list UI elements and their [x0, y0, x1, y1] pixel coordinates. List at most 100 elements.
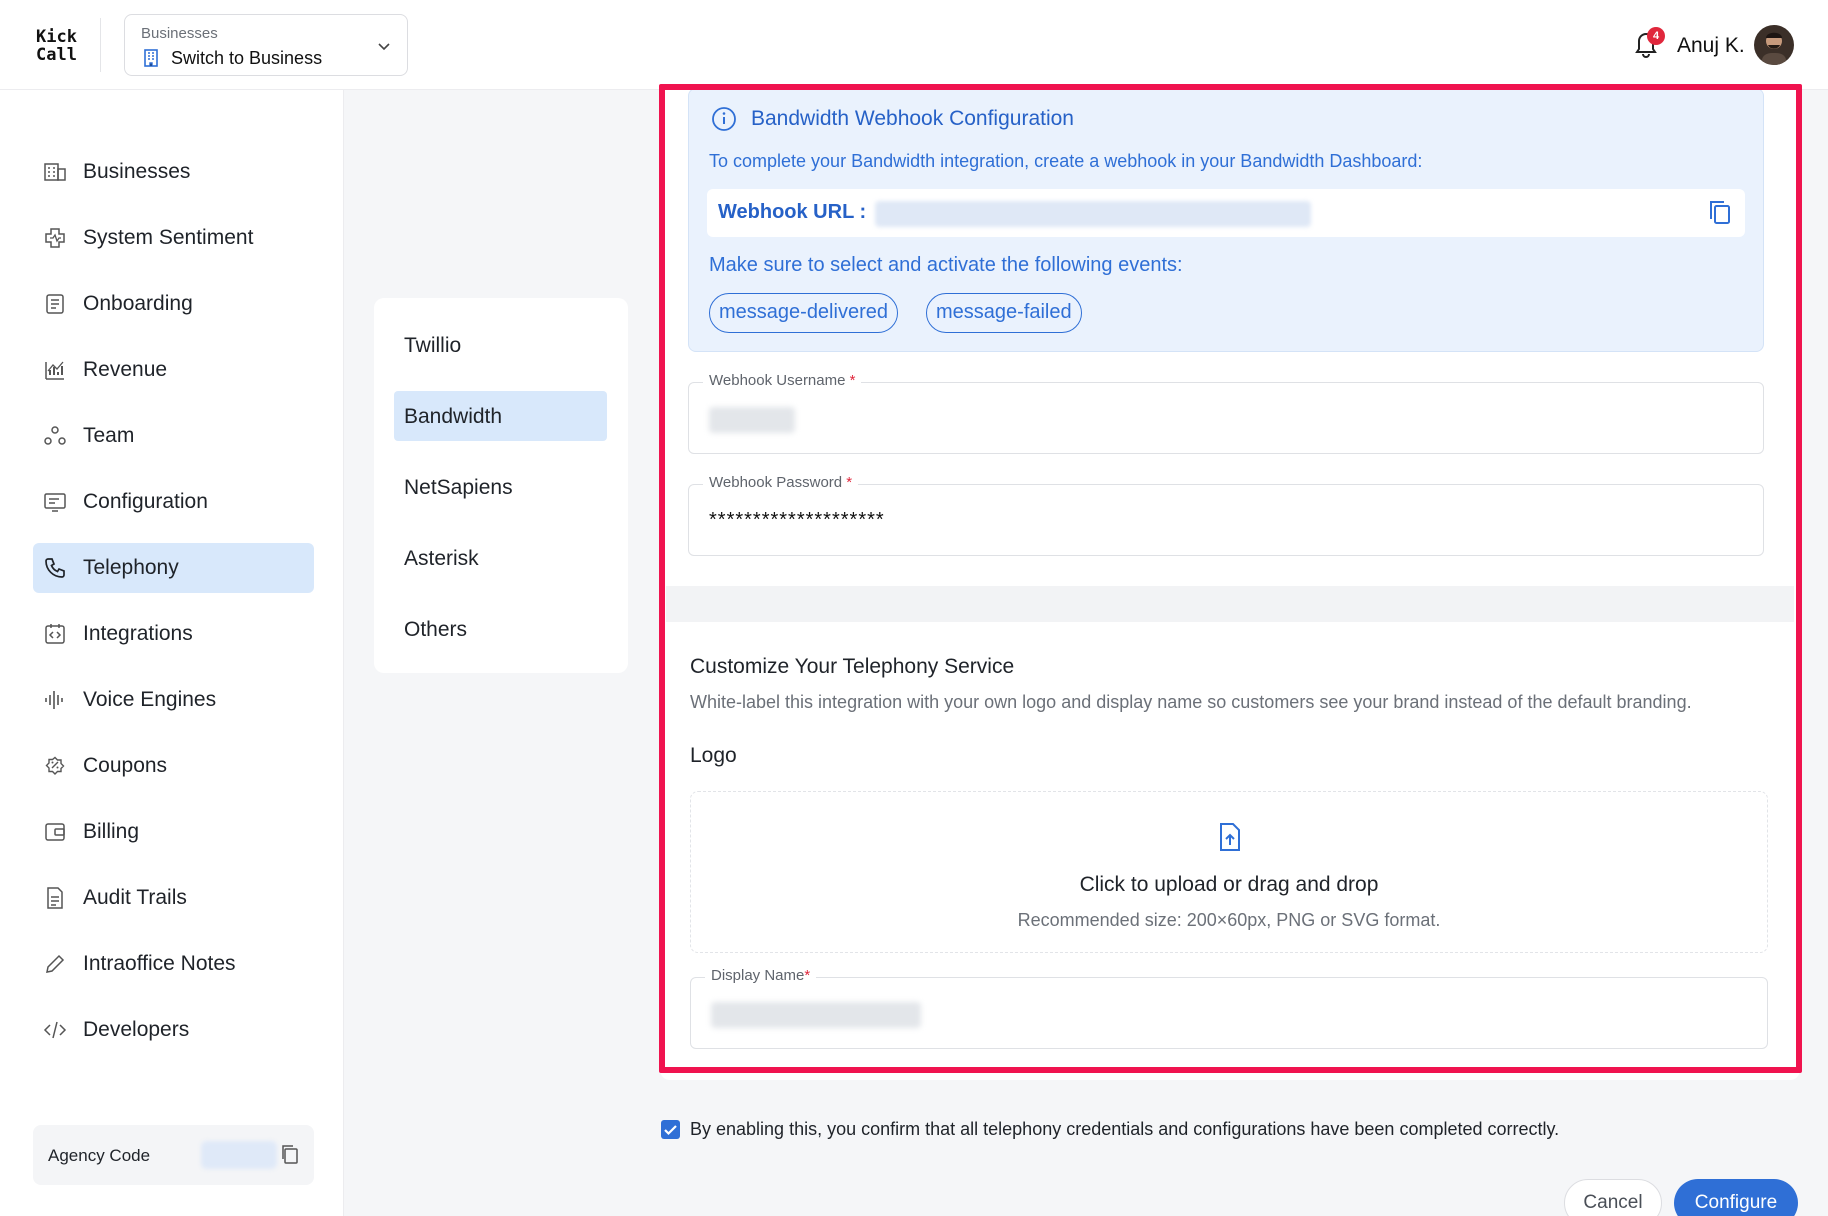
checkmark-icon: [664, 1125, 677, 1136]
notification-badge: 4: [1647, 27, 1665, 45]
sidebar-item-label: Voice Engines: [83, 688, 217, 711]
logo-line-1: Kick: [36, 27, 77, 47]
sidebar-item-onboarding[interactable]: Onboarding: [33, 279, 314, 329]
chevron-down-icon: [378, 43, 390, 51]
code-icon: [43, 1021, 67, 1039]
customize-title: Customize Your Telephony Service: [690, 655, 1015, 678]
agency-code-label: Agency Code: [48, 1146, 151, 1165]
waveform-icon: [45, 691, 63, 709]
info-icon: [712, 107, 736, 131]
sidebar-item-label: System Sentiment: [83, 226, 254, 249]
sidebar-item-integrations[interactable]: Integrations: [33, 609, 314, 659]
cancel-button[interactable]: Cancel: [1564, 1179, 1662, 1216]
sidebar-item-intraoffice-notes[interactable]: Intraoffice Notes: [33, 939, 314, 989]
app-logo[interactable]: Kick Call: [36, 28, 77, 64]
configuration-icon: [44, 493, 66, 512]
webhook-username-field[interactable]: Webhook Username *: [688, 372, 1764, 454]
webhook-password-value: ********************: [709, 509, 885, 531]
webhook-info-box: Bandwidth Webhook Configuration To compl…: [688, 88, 1764, 352]
confirm-checkbox[interactable]: [661, 1120, 680, 1139]
copy-icon[interactable]: [279, 1143, 301, 1165]
sidebar-item-billing[interactable]: Billing: [33, 807, 314, 857]
webhook-password-field[interactable]: Webhook Password * ********************: [688, 474, 1764, 556]
events-instruction: Make sure to select and activate the fol…: [709, 254, 1183, 276]
sidebar-item-telephony[interactable]: Telephony: [33, 543, 314, 593]
sidebar-item-label: Billing: [83, 820, 140, 843]
sidebar-item-label: Intraoffice Notes: [83, 952, 236, 975]
sidebar-item-revenue[interactable]: Revenue: [33, 345, 314, 395]
copy-icon[interactable]: [1707, 199, 1733, 227]
logo-label: Logo: [690, 744, 737, 767]
provider-label: NetSapiens: [404, 476, 513, 499]
business-switcher[interactable]: Businesses Switch to Business: [124, 14, 408, 76]
sidebar: Businesses System Sentiment Onboarding R…: [0, 90, 344, 1216]
sidebar-item-label: Audit Trails: [83, 886, 187, 909]
provider-netsapiens[interactable]: NetSapiens: [394, 462, 607, 512]
sidebar-item-coupons[interactable]: Coupons: [33, 741, 314, 791]
sidebar-item-label: Configuration: [83, 490, 208, 513]
building-icon: [144, 49, 158, 67]
sidebar-item-label: Developers: [83, 1018, 190, 1041]
sidebar-item-label: Coupons: [83, 754, 168, 777]
sidebar-item-businesses[interactable]: Businesses: [33, 147, 314, 197]
telephony-provider-list: Twillio Bandwidth NetSapiens Asterisk Ot…: [374, 298, 628, 673]
webhook-username-value-redacted: [709, 407, 795, 433]
chart-icon: [45, 361, 64, 380]
provider-others[interactable]: Others: [394, 604, 607, 654]
sidebar-item-label: Onboarding: [83, 292, 193, 315]
wallet-icon: [45, 823, 65, 841]
sidebar-item-configuration[interactable]: Configuration: [33, 477, 314, 527]
user-name[interactable]: Anuj K.: [1677, 34, 1745, 58]
sidebar-item-label: Telephony: [83, 556, 179, 579]
logo-upload-dropzone[interactable]: Click to upload or drag and drop Recomme…: [690, 791, 1768, 953]
provider-label: Bandwidth: [404, 405, 503, 428]
provider-bandwidth[interactable]: Bandwidth: [394, 391, 607, 441]
webhook-url-row: Webhook URL :: [707, 189, 1745, 237]
confirm-text: By enabling this, you confirm that all t…: [690, 1119, 1560, 1139]
sidebar-item-label: Businesses: [83, 160, 191, 183]
sidebar-item-label: Integrations: [83, 622, 193, 645]
team-icon: [44, 426, 66, 445]
logo-line-2: Call: [36, 45, 77, 65]
event-chip-message-failed: message-failed: [926, 293, 1082, 333]
file-icon: [47, 887, 63, 909]
webhook-url-value-redacted: [875, 201, 1311, 227]
webhook-title: Bandwidth Webhook Configuration: [751, 107, 1074, 130]
top-header: Kick Call Businesses Switch to Business …: [0, 0, 1828, 90]
sidebar-item-voice-engines[interactable]: Voice Engines: [33, 675, 314, 725]
business-switcher-caption: Businesses: [141, 25, 218, 42]
business-switcher-value: Switch to Business: [171, 48, 323, 68]
file-upload-icon: [1220, 823, 1240, 851]
sidebar-item-label: Revenue: [83, 358, 168, 381]
sidebar-item-audit-trails[interactable]: Audit Trails: [33, 873, 314, 923]
webhook-description: To complete your Bandwidth integration, …: [709, 151, 1423, 171]
webhook-username-label: Webhook Username *: [703, 372, 862, 389]
provider-twillio[interactable]: Twillio: [394, 320, 607, 370]
sidebar-item-system-sentiment[interactable]: System Sentiment: [33, 213, 314, 263]
header-divider: [100, 18, 101, 72]
building-icon: [44, 163, 66, 181]
display-name-field[interactable]: Display Name*: [690, 967, 1768, 1049]
webhook-url-label: Webhook URL :: [718, 201, 867, 223]
upload-text: Click to upload or drag and drop: [1079, 873, 1379, 896]
event-chip-message-delivered: message-delivered: [709, 293, 898, 333]
coupon-icon: [45, 756, 65, 775]
provider-label: Others: [404, 618, 468, 641]
section-separator: [666, 586, 1794, 622]
provider-label: Twillio: [404, 334, 462, 357]
document-icon: [46, 294, 64, 314]
integrations-icon: [45, 624, 65, 644]
display-name-label: Display Name*: [705, 967, 817, 984]
customize-description: White-label this integration with your o…: [690, 692, 1692, 712]
agency-code-panel: Agency Code: [33, 1125, 314, 1185]
avatar[interactable]: [1754, 25, 1794, 65]
sidebar-item-developers[interactable]: Developers: [33, 1005, 314, 1055]
provider-asterisk[interactable]: Asterisk: [394, 533, 607, 583]
agency-code-value-redacted: [201, 1141, 277, 1169]
upload-hint: Recommended size: 200×60px, PNG or SVG f…: [1017, 910, 1441, 930]
configure-button[interactable]: Configure: [1674, 1179, 1798, 1216]
pencil-icon: [46, 954, 65, 973]
sidebar-item-team[interactable]: Team: [33, 411, 314, 461]
display-name-value-redacted: [711, 1002, 921, 1028]
sidebar-item-label: Team: [83, 424, 135, 447]
